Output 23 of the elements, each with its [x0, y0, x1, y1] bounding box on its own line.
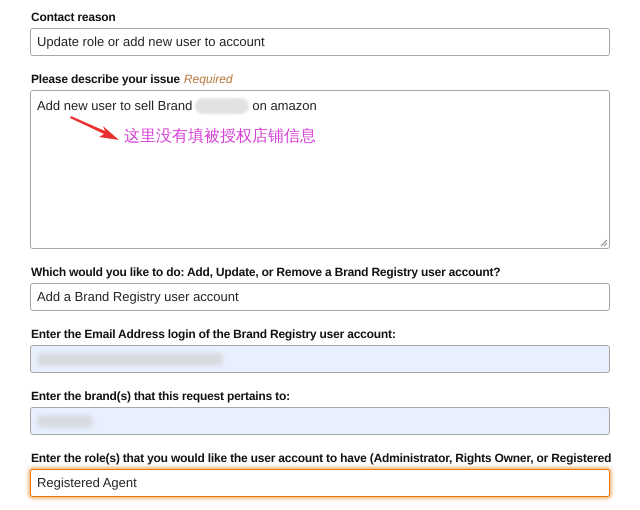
field-value: Registered Agent	[37, 474, 137, 492]
field-label: Enter the brand(s) that this request pertains to:	[31, 389, 290, 403]
text-field[interactable]	[30, 407, 610, 435]
required-note: Required	[184, 72, 233, 86]
redacted-value	[195, 98, 250, 114]
text-field[interactable]: Update role or add new user to account	[30, 28, 610, 56]
field-label: Contact reason	[31, 10, 116, 24]
field-value: Add a Brand Registry user account	[37, 288, 239, 306]
field-value: on amazon	[252, 97, 317, 115]
field-label: Please describe your issue	[31, 72, 180, 86]
annotation-text: 这里没有填被授权店铺信息	[124, 128, 316, 144]
field-value: Update role or add new user to account	[37, 33, 265, 52]
field-label: Enter the role(s) that you would like the user account to have (Administrator, Rights Owner, or Registered	[31, 451, 612, 465]
field-label: Enter the Email Address login of the Brand Registry user account:	[31, 327, 396, 341]
field-value: Add new user to sell Brand	[37, 97, 192, 115]
redacted-value	[37, 414, 93, 428]
text-field[interactable]: Add a Brand Registry user account	[30, 283, 610, 311]
text-field[interactable]: Registered Agent	[30, 469, 610, 497]
text-field[interactable]	[30, 345, 610, 373]
resize-handle-icon[interactable]	[600, 239, 608, 247]
description-field[interactable]: Add new user to sell Brand on amazon 这里没有填被授权店铺信息	[30, 90, 610, 249]
arrow-icon	[69, 113, 121, 141]
field-label: Which would you like to do: Add, Update, or Remove a Brand Registry user account?	[31, 265, 500, 279]
